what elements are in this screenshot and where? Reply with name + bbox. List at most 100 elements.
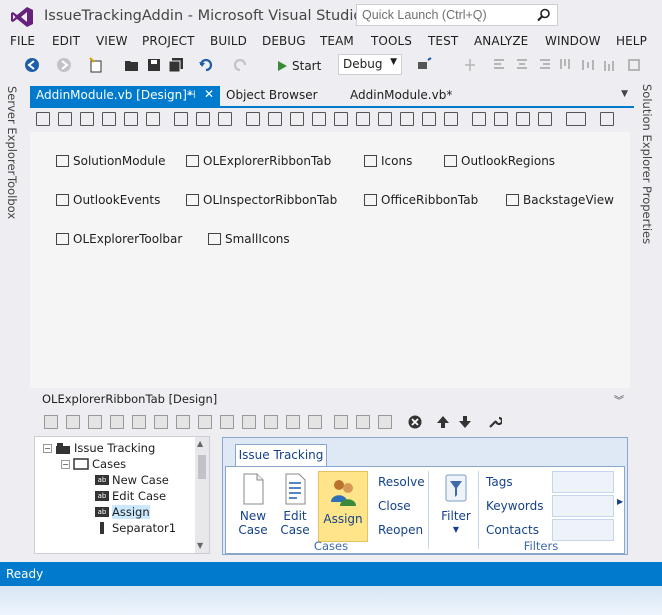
component-olexplorerribbontab[interactable]: OLExplorerRibbonTab — [186, 154, 331, 168]
menu-team[interactable]: TEAM — [320, 34, 354, 48]
tags-input[interactable] — [552, 471, 614, 493]
ribbon-tool-icon[interactable] — [378, 415, 392, 429]
navigate-back-icon[interactable] — [24, 57, 40, 73]
tree-scrollbar[interactable]: ▲ ▼ — [195, 437, 209, 553]
designer-tool-icon[interactable] — [516, 112, 530, 126]
component-outlookregions[interactable]: OutlookRegions — [444, 154, 555, 168]
wrench-icon[interactable] — [488, 415, 502, 429]
help-icon[interactable] — [600, 112, 614, 126]
designer-tool-icon[interactable] — [290, 112, 304, 126]
align-top-icon[interactable] — [558, 57, 574, 73]
ribbon-tool-icon[interactable] — [44, 415, 58, 429]
designer-tool-icon[interactable] — [494, 112, 508, 126]
align-right-icon[interactable] — [536, 57, 552, 73]
ribbon-tool-icon[interactable] — [110, 415, 124, 429]
designer-tool-icon[interactable] — [400, 112, 414, 126]
tab-dropdown-icon[interactable]: ▼ — [621, 89, 628, 99]
ribbon-tool-icon[interactable] — [88, 415, 102, 429]
menu-debug[interactable]: DEBUG — [262, 34, 306, 48]
designer-tool-icon[interactable] — [378, 112, 392, 126]
move-down-icon[interactable] — [458, 415, 472, 429]
menu-test[interactable]: TEST — [428, 34, 458, 48]
tree-node-issue-tracking[interactable]: − Issue Tracking — [43, 440, 155, 456]
designer-tool-icon[interactable] — [356, 112, 370, 126]
quick-launch-box[interactable] — [356, 4, 558, 26]
designer-tool-icon[interactable] — [102, 112, 116, 126]
ribbon-tool-icon[interactable] — [176, 415, 190, 429]
edit-case-button[interactable]: Edit Case — [276, 473, 314, 537]
close-button[interactable]: Close — [378, 499, 411, 513]
align-bottom-icon[interactable] — [602, 57, 618, 73]
menu-tools[interactable]: TOOLS — [371, 34, 412, 48]
move-up-icon[interactable] — [436, 415, 450, 429]
server-explorer-tab[interactable]: Server Explorer — [5, 86, 19, 175]
collapse-icon[interactable]: ︾ — [614, 392, 624, 407]
designer-tool-icon[interactable] — [334, 112, 348, 126]
align-left-icon[interactable] — [492, 57, 508, 73]
designer-tool-icon[interactable] — [80, 112, 94, 126]
close-icon[interactable]: ✕ — [204, 87, 214, 101]
solution-explorer-tab[interactable]: Solution Explorer — [640, 84, 654, 182]
ribbon-scroll-right-icon[interactable]: ▶ — [617, 497, 623, 506]
designer-dropdown-icon[interactable] — [566, 112, 586, 126]
designer-tool-icon[interactable] — [246, 112, 260, 126]
start-debugging-button[interactable]: Start — [276, 56, 321, 76]
designer-tool-icon[interactable] — [58, 112, 72, 126]
designer-tool-icon[interactable] — [174, 112, 188, 126]
align-middle-icon[interactable] — [580, 57, 596, 73]
tree-node-separator1[interactable]: Separator1 — [95, 520, 176, 536]
redo-icon[interactable] — [232, 57, 248, 73]
component-icons[interactable]: Icons — [364, 154, 412, 168]
align-center-icon[interactable] — [514, 57, 530, 73]
open-file-icon[interactable] — [124, 57, 140, 73]
tab-object-browser[interactable]: Object Browser — [220, 86, 324, 106]
attach-process-icon[interactable] — [416, 57, 432, 73]
ribbon-tool-icon[interactable] — [334, 415, 348, 429]
ribbon-tool-icon[interactable] — [220, 415, 234, 429]
tab-addinmodule-design[interactable]: AddinModule.vb [Design]* ⊣ ✕ — [30, 86, 220, 106]
delete-icon[interactable] — [408, 415, 422, 429]
reopen-button[interactable]: Reopen — [378, 523, 423, 537]
ribbon-tool-icon[interactable] — [154, 415, 168, 429]
component-backstageview[interactable]: BackstageView — [506, 193, 614, 207]
menu-file[interactable]: FILE — [10, 34, 35, 48]
toolbox-tab[interactable]: Toolbox — [5, 176, 19, 219]
keywords-input[interactable] — [552, 495, 614, 517]
quick-launch-input[interactable] — [357, 5, 527, 25]
component-olinspectorribbontab[interactable]: OLInspectorRibbonTab — [186, 193, 337, 207]
menu-project[interactable]: PROJECT — [142, 34, 195, 48]
make-same-size-icon[interactable] — [626, 57, 642, 73]
component-smallicons[interactable]: SmallIcons — [208, 232, 290, 246]
component-solutionmodule[interactable]: SolutionModule — [56, 154, 166, 168]
ribbon-tool-icon[interactable] — [308, 415, 322, 429]
tree-node-new-case[interactable]: ab New Case — [95, 472, 169, 488]
menu-view[interactable]: VIEW — [96, 34, 128, 48]
menu-edit[interactable]: EDIT — [52, 34, 80, 48]
save-icon[interactable] — [146, 57, 162, 73]
tab-addinmodule-code[interactable]: AddinModule.vb* — [344, 86, 458, 106]
ribbon-tool-icon[interactable] — [66, 415, 80, 429]
tree-node-edit-case[interactable]: ab Edit Case — [95, 488, 166, 504]
tree-node-assign[interactable]: ab Assign — [95, 504, 150, 520]
search-icon[interactable] — [537, 8, 551, 22]
collapse-node-icon[interactable]: − — [61, 459, 70, 469]
ribbon-tool-icon[interactable] — [132, 415, 146, 429]
tree-node-cases[interactable]: − Cases — [61, 456, 126, 472]
menu-help[interactable]: HELP — [616, 34, 647, 48]
scroll-up-icon[interactable]: ▲ — [197, 439, 203, 448]
designer-tool-icon[interactable] — [268, 112, 282, 126]
designer-tool-icon[interactable] — [422, 112, 436, 126]
resolve-button[interactable]: Resolve — [378, 475, 425, 489]
ribbon-tool-icon[interactable] — [286, 415, 300, 429]
ribbon-tool-icon[interactable] — [356, 415, 370, 429]
designer-tool-icon[interactable] — [218, 112, 232, 126]
component-outlookevents[interactable]: OutlookEvents — [56, 193, 160, 207]
layout-align-icon[interactable] — [462, 57, 478, 73]
pin-icon[interactable]: ⊣ — [186, 88, 196, 101]
component-officeribbontab[interactable]: OfficeRibbonTab — [364, 193, 478, 207]
ribbon-tab-issue-tracking[interactable]: Issue Tracking — [235, 444, 327, 466]
scroll-down-icon[interactable]: ▼ — [197, 541, 203, 550]
navigate-forward-icon[interactable] — [56, 57, 72, 73]
properties-tab[interactable]: Properties — [640, 186, 654, 244]
filter-button[interactable]: Filter ▼ — [436, 473, 476, 537]
